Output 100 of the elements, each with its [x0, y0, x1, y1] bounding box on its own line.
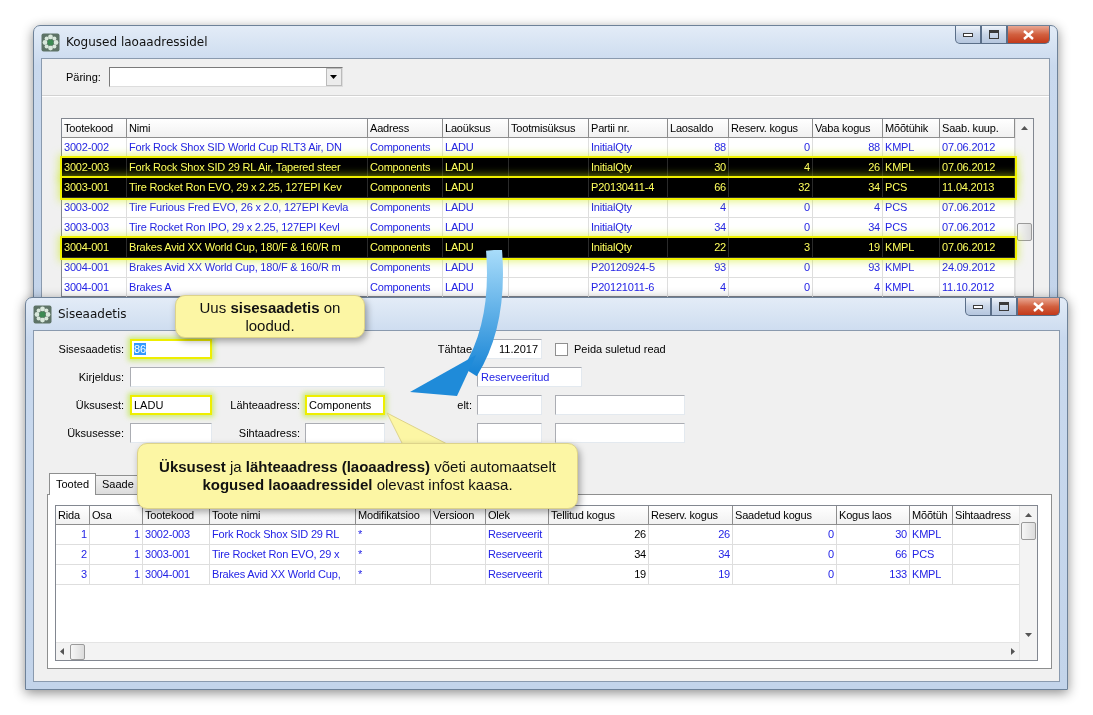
input-field[interactable]: Reserveeritud	[477, 367, 582, 387]
table-cell: PCS	[883, 198, 940, 218]
table-cell: 4	[813, 198, 883, 218]
scrollbar[interactable]	[1015, 119, 1033, 296]
table-row[interactable]: 3003-002 Tire Furious Fred EVO, 26 x 2.0, 127EPI Kevla Components LADU InitialQty 4 0 4 PCS 07.06.2012	[62, 198, 1015, 218]
column-header[interactable]: Nimi	[127, 119, 368, 138]
callout-text: Uus sisesaadetis on loodud.	[199, 298, 341, 335]
table-row[interactable]: 3003-001 Tire Rocket Ron EVO, 29 x 2.25, 127EPI Kev Components LADU P20130411-4 66 32 34 PCS 11.04.2013	[62, 178, 1015, 198]
scrollbar[interactable]	[56, 642, 1019, 660]
column-header[interactable]: Aadress	[368, 119, 443, 138]
table-cell: Tire Rocket Ron EVO, 29 x	[210, 545, 356, 565]
input-field[interactable]	[555, 423, 685, 443]
table-cell: 3004-001	[62, 258, 127, 278]
table-cell: 1	[90, 545, 143, 565]
table-cell: 3002-003	[143, 525, 210, 545]
input-field[interactable]	[130, 423, 212, 443]
dropdown-field[interactable]	[108, 67, 343, 87]
column-header[interactable]: Mõõtüh	[910, 506, 953, 525]
scroll-thumb[interactable]	[1017, 223, 1032, 241]
table-cell: Fork Rock Shox SID 29 RL	[210, 525, 356, 545]
table-cell	[431, 545, 486, 565]
table-cell: 3	[56, 565, 90, 585]
input-field[interactable]	[305, 423, 385, 443]
input-field[interactable]: LADU	[130, 395, 212, 415]
table-cell: KMPL	[910, 565, 953, 585]
column-header[interactable]: Tellitud kogus	[549, 506, 649, 525]
column-header[interactable]: Osa	[90, 506, 143, 525]
close-icon	[1023, 29, 1034, 40]
dropdown-button[interactable]	[325, 68, 342, 86]
close-icon	[1033, 301, 1044, 312]
scroll-thumb[interactable]	[70, 643, 85, 660]
field-label: Sihtaadress:	[238, 427, 300, 439]
input-field[interactable]: Components	[305, 395, 385, 415]
table-cell: LADU	[443, 258, 509, 278]
minimize-icon	[973, 304, 983, 309]
table-cell: Components	[368, 198, 443, 218]
column-header[interactable]: Laosaldo	[668, 119, 729, 138]
table-cell: Components	[368, 258, 443, 278]
column-header[interactable]: Rida	[56, 506, 90, 525]
table-cell: 0	[733, 545, 837, 565]
column-header[interactable]: Saab. kuup.	[940, 119, 1015, 138]
column-header[interactable]: Saadetud kogus	[733, 506, 837, 525]
close-button[interactable]	[1017, 298, 1060, 316]
checkbox-label: Peida suletud read	[574, 343, 666, 355]
caret-left-icon	[60, 648, 64, 655]
column-header[interactable]: Reserv. kogus	[729, 119, 813, 138]
table-cell: Reserveerit	[486, 525, 549, 545]
column-header[interactable]: Laoüksus	[443, 119, 509, 138]
column-header[interactable]: Vaba kogus	[813, 119, 883, 138]
input-field[interactable]	[555, 395, 685, 415]
column-header[interactable]: Partii nr.	[589, 119, 668, 138]
maximize-button[interactable]	[991, 298, 1017, 316]
table-cell: 3003-001	[143, 545, 210, 565]
table-cell: Tire Furious Fred EVO, 26 x 2.0, 127EPI Kevla	[127, 198, 368, 218]
table-row[interactable]: 3004-001 Brakes Avid XX World Cup, 180/F & 160/R m Components LADU P20120924-5 93 0 93 KMPL 24.09.2012	[62, 258, 1015, 278]
caret-right-icon	[1011, 648, 1015, 655]
table-cell: Brakes Avid XX World Cup, 180/F & 160/R m	[127, 258, 368, 278]
input-field[interactable]	[130, 367, 385, 387]
table-cell: 26	[549, 525, 649, 545]
table-cell: 0	[733, 525, 837, 545]
table-cell: LADU	[443, 198, 509, 218]
column-header[interactable]: Tootekood	[62, 119, 127, 138]
field-label: Tähtae	[437, 343, 472, 355]
column-header[interactable]: Tootmisüksus	[509, 119, 589, 138]
table-cell: PCS	[910, 545, 953, 565]
table-cell: 07.06.2012	[940, 238, 1015, 258]
scrollbar[interactable]	[1019, 506, 1037, 660]
checkbox[interactable]	[555, 342, 568, 356]
table-row[interactable]: 3004-001 Brakes Avid XX World Cup, 180/F & 160/R m Components LADU InitialQty 22 3 19 KMPL 07.06.2012	[62, 238, 1015, 258]
column-header[interactable]: Reserv. kogus	[649, 506, 733, 525]
column-header[interactable]: Kogus laos	[837, 506, 910, 525]
maximize-icon	[999, 302, 1009, 311]
table-cell: InitialQty	[589, 198, 668, 218]
scroll-thumb[interactable]	[1021, 522, 1036, 540]
input-field[interactable]	[477, 423, 542, 443]
table-cell: 26	[649, 525, 733, 545]
close-button[interactable]	[1007, 26, 1050, 44]
table-cell: *	[356, 565, 431, 585]
table-cell: 34	[813, 178, 883, 198]
table-cell: Tire Rocket Ron EVO, 29 x 2.25, 127EPI Kev	[127, 178, 368, 198]
table-cell: 3004-001	[62, 238, 127, 258]
table-cell: Brakes Avid XX World Cup, 180/F & 160/R m	[127, 238, 368, 258]
maximize-button[interactable]	[981, 26, 1007, 44]
maximize-icon	[989, 30, 999, 39]
column-header[interactable]: Mõõtühik	[883, 119, 940, 138]
minimize-button[interactable]	[965, 298, 991, 316]
table-cell: 19	[813, 238, 883, 258]
table-cell: 133	[837, 565, 910, 585]
tab[interactable]: Tooted	[49, 473, 97, 495]
callout-text: Üksusest ja lähteaadress (laoaadress) võeti automaatselt kogused laoaadressidel olevast infost kaasa.	[159, 458, 556, 494]
minimize-button[interactable]	[955, 26, 981, 44]
field-label: Päring:	[66, 71, 101, 83]
table-row[interactable]: 3002-003 Fork Rock Shox SID 29 RL Air, Tapered steer Components LADU InitialQty 30 4 26 KMPL 07.06.2012	[62, 158, 1015, 178]
table-cell: 19	[549, 565, 649, 585]
table-cell: 30	[837, 525, 910, 545]
table-cell: P20120924-5	[589, 258, 668, 278]
table-cell: 34	[649, 545, 733, 565]
table-cell: 3003-002	[62, 198, 127, 218]
input-field[interactable]	[477, 395, 542, 415]
table-cell: 0	[733, 565, 837, 585]
